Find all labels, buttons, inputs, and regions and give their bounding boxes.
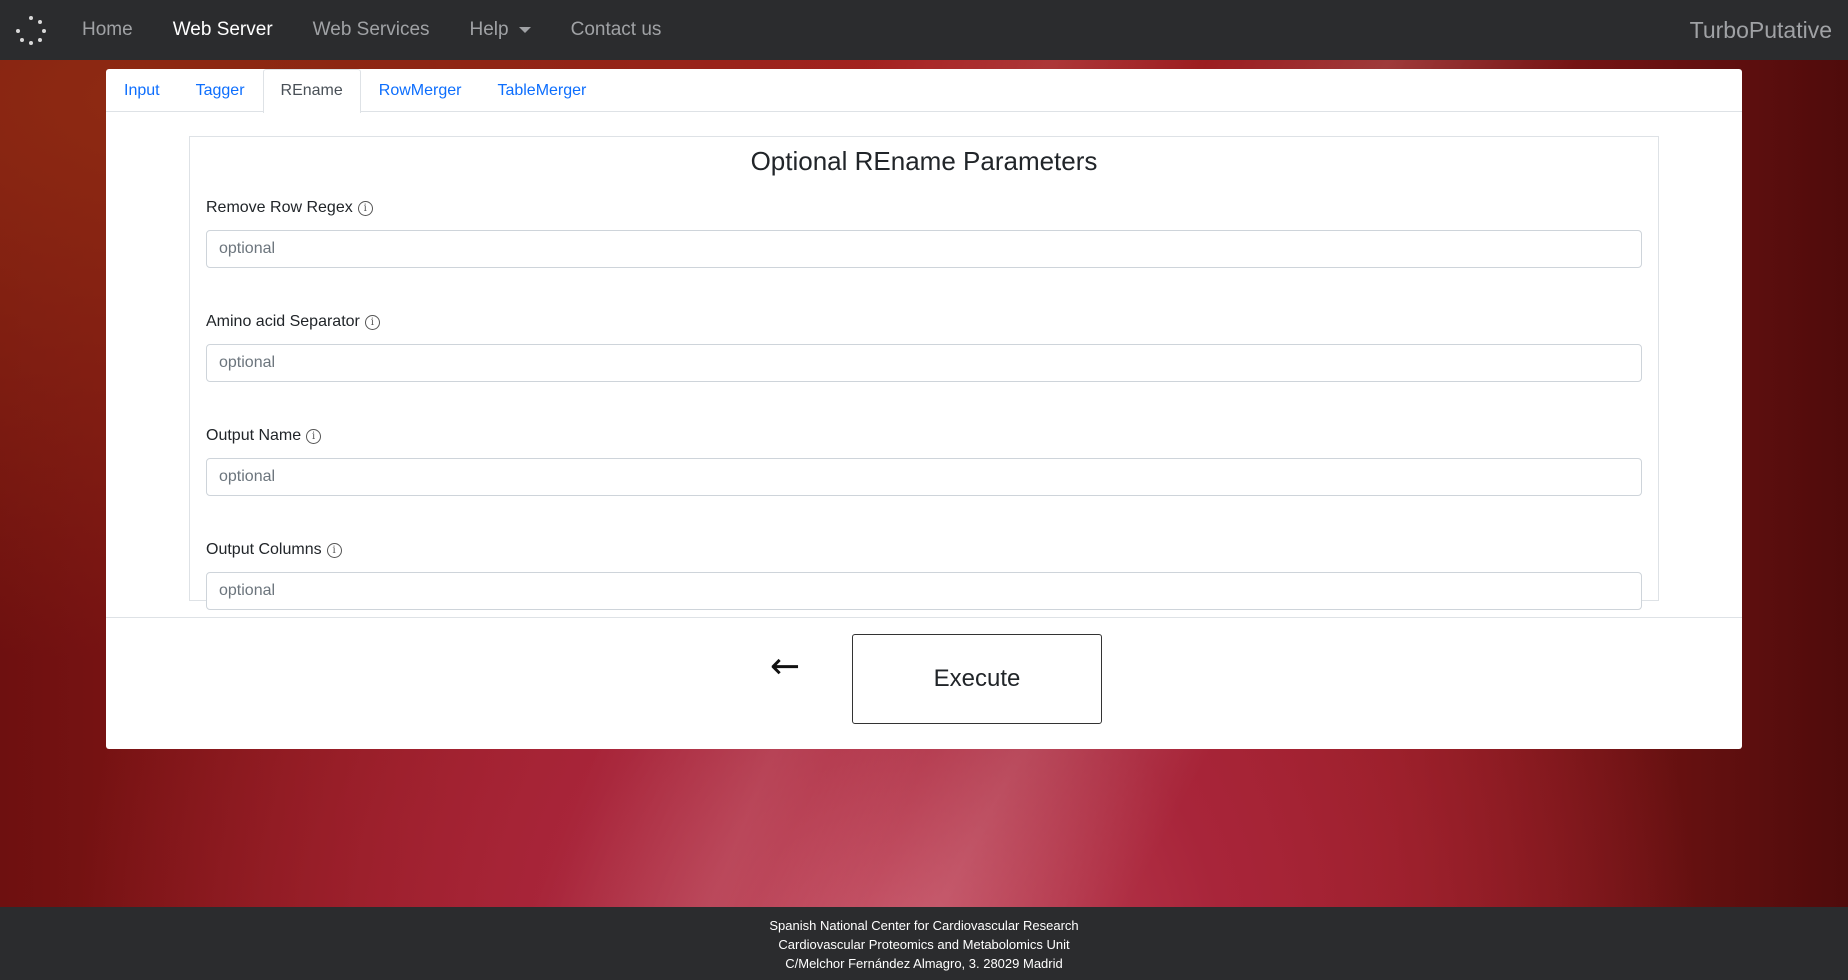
- footer: Spanish National Center for Cardiovascul…: [0, 907, 1848, 980]
- nav-home[interactable]: Home: [62, 0, 153, 60]
- nav-help-dropdown[interactable]: Help: [450, 0, 551, 60]
- field-label: Output Columns: [206, 541, 322, 558]
- remove-row-regex-input[interactable]: [206, 230, 1642, 268]
- field-amino-acid-separator: Amino acid Separator i: [206, 312, 1642, 382]
- footer-address: C/Melchor Fernández Almagro, 3. 28029 Ma…: [785, 956, 1063, 971]
- divider: [106, 617, 1742, 618]
- rename-card: Input Tagger REname RowMerger TableMerge…: [106, 69, 1742, 749]
- footer-institution: Spanish National Center for Cardiovascul…: [769, 918, 1079, 933]
- field-label: Remove Row Regex: [206, 199, 353, 216]
- tab-tagger[interactable]: Tagger: [178, 69, 263, 112]
- tab-input[interactable]: Input: [106, 69, 178, 112]
- brand-name[interactable]: TurboPutative: [1690, 0, 1832, 60]
- info-circle-icon[interactable]: i: [364, 314, 380, 330]
- params-title: Optional REname Parameters: [750, 146, 1098, 176]
- amino-acid-separator-input[interactable]: [206, 344, 1642, 382]
- execute-button[interactable]: Execute: [852, 634, 1102, 724]
- spinner-dots-icon[interactable]: [16, 15, 46, 45]
- tab-tablemerger[interactable]: TableMerger: [479, 69, 604, 112]
- caret-down-icon: [518, 27, 531, 33]
- output-columns-input[interactable]: [206, 572, 1642, 610]
- tool-tabs: Input Tagger REname RowMerger TableMerge…: [106, 69, 1742, 113]
- back-arrow-icon[interactable]: ←: [770, 649, 800, 685]
- field-remove-row-regex: Remove Row Regex i: [206, 198, 1642, 268]
- params-panel: Optional REname Parameters Remove Row Re…: [189, 136, 1659, 610]
- field-output-name: Output Name i: [206, 426, 1642, 496]
- nav-help-label: Help: [469, 19, 509, 40]
- output-name-input[interactable]: [206, 458, 1642, 496]
- tab-rowmerger[interactable]: RowMerger: [361, 69, 480, 112]
- footer-unit: Cardiovascular Proteomics and Metabolomi…: [778, 937, 1070, 952]
- nav-web-server[interactable]: Web Server: [153, 0, 293, 60]
- nav-web-services[interactable]: Web Services: [293, 0, 450, 60]
- field-label: Amino acid Separator: [206, 313, 360, 330]
- top-navbar: Home Web Server Web Services Help Contac…: [0, 0, 1848, 60]
- info-circle-icon[interactable]: i: [326, 542, 342, 558]
- tab-rename[interactable]: REname: [262, 69, 361, 113]
- field-label: Output Name: [206, 427, 302, 444]
- nav-contact-us[interactable]: Contact us: [551, 0, 682, 60]
- field-output-columns: Output Columns i: [206, 540, 1642, 610]
- info-circle-icon[interactable]: i: [306, 428, 322, 444]
- info-circle-icon[interactable]: i: [357, 200, 373, 216]
- nav-links: Home Web Server Web Services Help Contac…: [62, 0, 681, 60]
